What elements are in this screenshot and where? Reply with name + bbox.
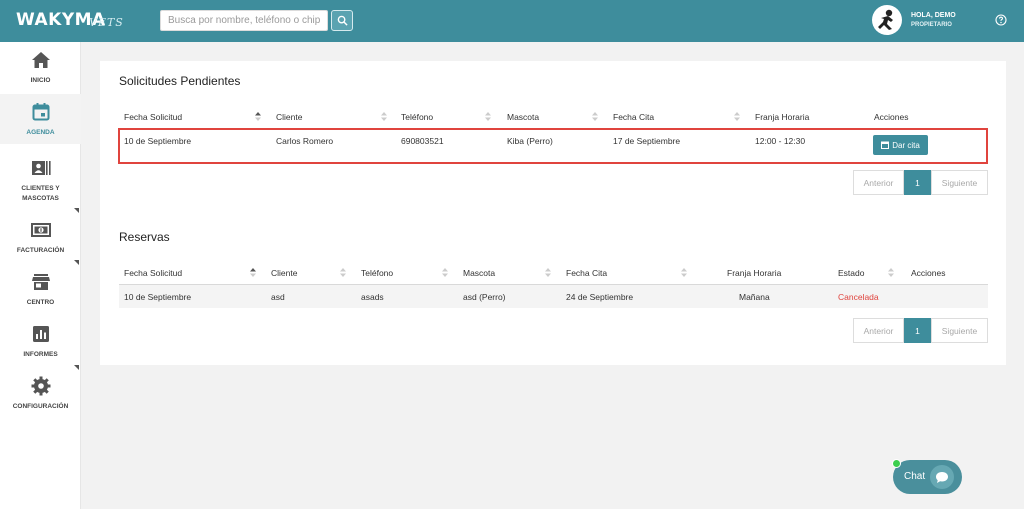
column-header[interactable]: Cliente bbox=[276, 112, 302, 122]
table-row[interactable]: 10 de Septiembre Carlos Romero 690803521… bbox=[119, 136, 988, 154]
column-header[interactable]: Estado bbox=[838, 268, 864, 278]
calendar-icon bbox=[32, 103, 49, 121]
status-badge: Cancelada bbox=[838, 292, 879, 302]
dar-cita-button[interactable]: Dar cita bbox=[873, 135, 928, 155]
column-header[interactable]: Fecha Cita bbox=[613, 112, 654, 122]
sidebar-item-label: AGENDA bbox=[26, 129, 55, 136]
pending-section-title: Solicitudes Pendientes bbox=[119, 74, 241, 88]
sort-icon[interactable] bbox=[545, 268, 551, 277]
reservas-pagination: Anterior 1 Siguiente bbox=[853, 318, 988, 343]
chat-bubble-icon bbox=[930, 465, 954, 489]
sidebar-item-agenda[interactable]: AGENDA bbox=[0, 94, 81, 144]
sidebar-item-informes[interactable]: INFORMES bbox=[0, 324, 81, 364]
column-header[interactable]: Fecha Solicitud bbox=[124, 268, 182, 278]
column-header[interactable]: Teléfono bbox=[401, 112, 433, 122]
cell-mascota: Kiba (Perro) bbox=[507, 136, 553, 146]
expand-arrow-icon[interactable] bbox=[74, 260, 79, 265]
cell-telefono: 690803521 bbox=[401, 136, 444, 146]
chat-button[interactable]: Chat bbox=[892, 459, 962, 494]
sidebar-item-label: CLIENTES Y MASCOTAS bbox=[21, 185, 60, 202]
sort-icon[interactable] bbox=[592, 112, 598, 121]
sidebar-item-label: INICIO bbox=[30, 77, 51, 84]
sort-asc-icon[interactable] bbox=[250, 268, 256, 277]
search-icon bbox=[337, 15, 348, 26]
next-page-button[interactable]: Siguiente bbox=[931, 318, 988, 343]
cell-cliente: Carlos Romero bbox=[276, 136, 334, 146]
sort-asc-icon[interactable] bbox=[255, 112, 261, 121]
cell-franja-horaria: Mañana bbox=[739, 292, 770, 302]
cell-fecha-solicitud: 10 de Septiembre bbox=[124, 292, 192, 302]
cell-fecha-cita: 24 de Septiembre bbox=[566, 292, 634, 302]
sort-icon[interactable] bbox=[888, 268, 894, 277]
cell-telefono: asads bbox=[361, 292, 384, 302]
prev-page-button[interactable]: Anterior bbox=[853, 318, 904, 343]
sort-icon[interactable] bbox=[442, 268, 448, 277]
home-icon bbox=[31, 52, 50, 68]
chat-label: Chat bbox=[904, 471, 926, 482]
sidebar-item-label: CENTRO bbox=[26, 299, 55, 306]
pending-pagination: Anterior 1 Siguiente bbox=[853, 170, 988, 195]
sidebar-item-label: INFORMES bbox=[23, 351, 58, 358]
calendar-small-icon bbox=[881, 141, 890, 149]
search-button[interactable] bbox=[331, 10, 353, 31]
column-header[interactable]: Franja Horaria bbox=[727, 268, 781, 278]
store-icon bbox=[31, 274, 50, 290]
help-icon[interactable] bbox=[995, 14, 1007, 26]
user-greeting: HOLA, DEMO bbox=[911, 12, 956, 19]
column-header: Acciones bbox=[911, 268, 946, 278]
page-1-button[interactable]: 1 bbox=[904, 318, 931, 343]
column-header[interactable]: Teléfono bbox=[361, 268, 393, 278]
main-card: Solicitudes Pendientes Fecha Solicitud C… bbox=[100, 61, 1006, 365]
reservas-section-title: Reservas bbox=[119, 230, 170, 244]
sidebar-item-centro[interactable]: CENTRO bbox=[0, 272, 81, 312]
cell-mascota: asd (Perro) bbox=[463, 292, 506, 302]
sidebar-item-configuracion[interactable]: CONFIGURACIÓN bbox=[0, 376, 81, 416]
sidebar-item-inicio[interactable]: INICIO bbox=[0, 50, 81, 92]
column-header[interactable]: Fecha Solicitud bbox=[124, 112, 182, 122]
header-divider bbox=[119, 128, 988, 129]
cell-fecha-solicitud: 10 de Septiembre bbox=[124, 136, 192, 146]
table-header-row: Fecha Solicitud Cliente Teléfono Mascota… bbox=[119, 112, 988, 126]
table-header-row: Fecha Solicitud Cliente Teléfono Mascota… bbox=[119, 268, 988, 282]
dar-cita-label: Dar cita bbox=[892, 140, 920, 150]
expand-arrow-icon[interactable] bbox=[74, 365, 79, 370]
column-header[interactable]: Mascota bbox=[507, 112, 539, 122]
column-header[interactable]: Cliente bbox=[271, 268, 297, 278]
sidebar: INICIO AGENDA CLIENTES Y MASCOTAS FACTUR… bbox=[0, 42, 81, 509]
sort-icon[interactable] bbox=[340, 268, 346, 277]
gear-icon bbox=[31, 376, 50, 396]
sidebar-item-label: CONFIGURACIÓN bbox=[12, 403, 69, 410]
banknote-icon bbox=[30, 223, 51, 237]
next-page-button[interactable]: Siguiente bbox=[931, 170, 988, 195]
prev-page-button[interactable]: Anterior bbox=[853, 170, 904, 195]
column-header: Acciones bbox=[874, 112, 909, 122]
sort-icon[interactable] bbox=[734, 112, 740, 121]
column-header[interactable]: Mascota bbox=[463, 268, 495, 278]
logo-subtitle: VETS bbox=[89, 16, 124, 29]
sidebar-item-label: FACTURACIÓN bbox=[16, 247, 65, 254]
cell-franja-horaria: 12:00 - 12:30 bbox=[755, 136, 806, 146]
page-1-button[interactable]: 1 bbox=[904, 170, 931, 195]
column-header[interactable]: Franja Horaria bbox=[755, 112, 809, 122]
sort-icon[interactable] bbox=[381, 112, 387, 121]
sort-icon[interactable] bbox=[681, 268, 687, 277]
table-row[interactable]: 10 de Septiembre asd asads asd (Perro) 2… bbox=[119, 285, 988, 308]
column-header[interactable]: Fecha Cita bbox=[566, 268, 607, 278]
sidebar-item-clientes[interactable]: CLIENTES Y MASCOTAS bbox=[0, 158, 81, 206]
user-avatar-icon[interactable] bbox=[872, 5, 902, 35]
top-bar: WAKYMA VETS HOLA, DEMO PROPIETARIO bbox=[0, 0, 1024, 42]
online-indicator bbox=[892, 459, 901, 468]
sort-icon[interactable] bbox=[485, 112, 491, 121]
cell-cliente: asd bbox=[271, 292, 285, 302]
user-role: PROPIETARIO bbox=[911, 22, 952, 28]
clients-card-icon bbox=[31, 161, 51, 175]
chart-icon bbox=[32, 326, 49, 342]
expand-arrow-icon[interactable] bbox=[74, 208, 79, 213]
sidebar-item-facturacion[interactable]: FACTURACIÓN bbox=[0, 220, 81, 260]
search-input[interactable] bbox=[160, 10, 328, 31]
cell-fecha-cita: 17 de Septiembre bbox=[613, 136, 681, 146]
